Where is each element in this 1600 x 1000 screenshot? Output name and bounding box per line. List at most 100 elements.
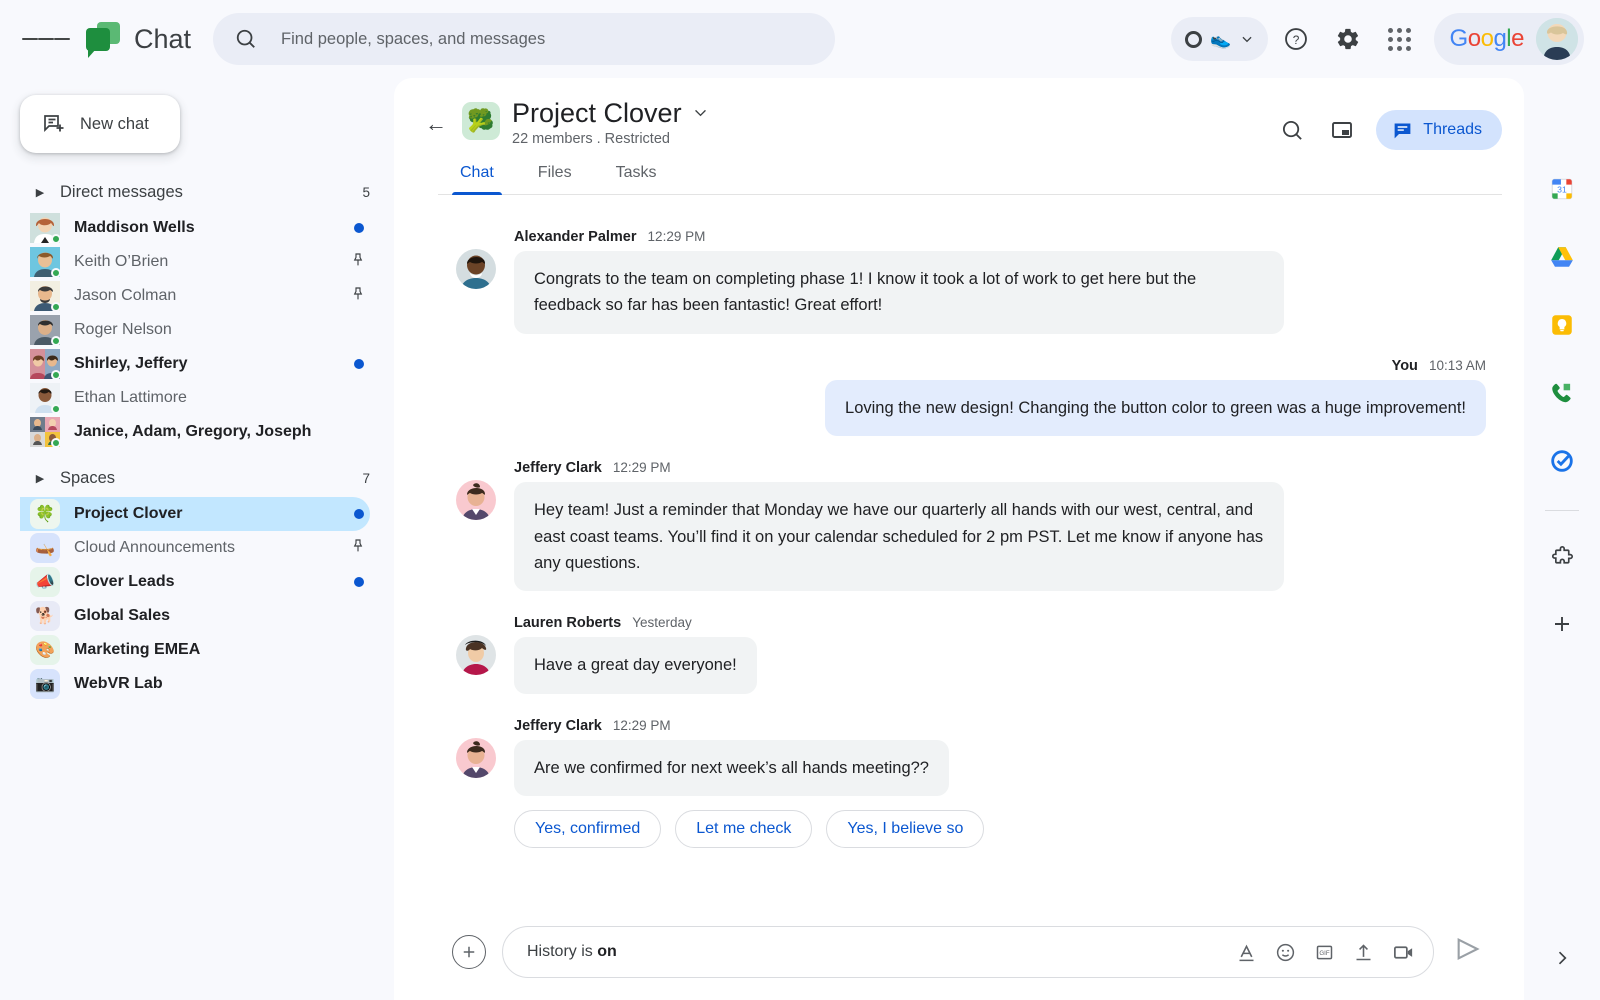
conversation-titles: Project Clover 22 members . Restricted: [512, 96, 709, 147]
pin-icon[interactable]: [350, 286, 366, 306]
puzzle-addons-icon[interactable]: [1539, 533, 1585, 579]
app-name: Chat: [134, 24, 191, 55]
drive-icon[interactable]: [1539, 234, 1585, 280]
message-time: 12:29 PM: [613, 460, 671, 475]
format-text-icon[interactable]: [1236, 942, 1257, 963]
tab-tasks[interactable]: Tasks: [594, 164, 679, 194]
message-row: Jeffery Clark 12:29 PM Hey team! Just a …: [456, 460, 1486, 591]
add-icon[interactable]: [1539, 601, 1585, 647]
section-spaces[interactable]: ▶ Spaces 7: [20, 459, 394, 497]
avatar-group: [30, 417, 60, 447]
space-item-project-clover[interactable]: 🍀 Project Clover: [20, 497, 370, 531]
calendar-icon[interactable]: 31: [1539, 166, 1585, 212]
message-text: Loving the new design! Changing the butt…: [825, 380, 1486, 436]
space-emoji-icon: 🛶: [30, 533, 60, 563]
right-side-rail: 31: [1524, 78, 1600, 1000]
google-wordmark: Google: [1450, 25, 1524, 53]
voice-icon[interactable]: [1539, 370, 1585, 416]
dm-item-shirley-jeffery[interactable]: Shirley, Jeffery: [20, 347, 370, 381]
threads-button[interactable]: Threads: [1376, 110, 1502, 150]
keep-icon[interactable]: [1539, 302, 1585, 348]
avatar-group: [30, 349, 60, 379]
new-chat-button[interactable]: New chat: [20, 95, 180, 153]
message-body: Alexander Palmer 12:29 PM Congrats to th…: [514, 229, 1284, 334]
message-meta: You 10:13 AM: [825, 358, 1486, 374]
hamburger-icon[interactable]: [22, 15, 70, 63]
avatar: [456, 480, 496, 520]
quick-reply-yes-i-believe-so[interactable]: Yes, I believe so: [826, 810, 984, 848]
quick-reply-yes-confirmed[interactable]: Yes, confirmed: [514, 810, 661, 848]
space-emoji-icon: 🎨: [30, 635, 60, 665]
space-item-cloud-announcements[interactable]: 🛶 Cloud Announcements: [20, 531, 370, 565]
unread-dot: [354, 509, 364, 519]
search-icon[interactable]: [1268, 106, 1316, 154]
emoji-icon[interactable]: [1275, 942, 1296, 963]
upload-icon[interactable]: [1353, 942, 1374, 963]
avatar: [30, 383, 60, 413]
chevron-down-icon[interactable]: [692, 104, 709, 124]
space-name: Global Sales: [74, 607, 370, 625]
dm-name: Ethan Lattimore: [74, 389, 370, 407]
space-item-marketing-emea[interactable]: 🎨 Marketing EMEA: [20, 633, 370, 667]
dm-name: Janice, Adam, Gregory, Joseph: [74, 423, 370, 441]
dm-name: Keith O’Brien: [74, 253, 350, 271]
gif-icon[interactable]: GIF: [1314, 942, 1335, 963]
message-author: Jeffery Clark: [514, 718, 602, 734]
svg-text:31: 31: [1557, 184, 1567, 194]
tab-files[interactable]: Files: [516, 164, 594, 194]
status-chip[interactable]: 👟: [1171, 17, 1267, 61]
tasks-icon[interactable]: [1539, 438, 1585, 484]
video-icon[interactable]: [1392, 941, 1415, 964]
conversation-tabs: Chat Files Tasks: [438, 164, 1502, 195]
app-body: New chat ▶ Direct messages 5 Maddison We…: [0, 78, 1600, 1000]
apps-grid-icon[interactable]: [1376, 15, 1424, 63]
conversation-subtitle: 22 members . Restricted: [512, 131, 709, 147]
message-meta: Alexander Palmer 12:29 PM: [514, 229, 1284, 245]
send-button[interactable]: [1450, 935, 1486, 970]
space-name: WebVR Lab: [74, 675, 370, 693]
space-item-webvr-lab[interactable]: 📷 WebVR Lab: [20, 667, 370, 701]
left-sidebar: New chat ▶ Direct messages 5 Maddison We…: [0, 78, 394, 1000]
account-button[interactable]: Google: [1434, 13, 1584, 65]
dm-item-roger-nelson[interactable]: Roger Nelson: [20, 313, 370, 347]
unread-dot: [354, 223, 364, 233]
add-attachment-button[interactable]: [452, 935, 486, 969]
picture-in-picture-icon[interactable]: [1318, 106, 1366, 154]
history-status-text: History is on: [527, 943, 1236, 961]
add-icon: [460, 943, 478, 961]
message-row: Jeffery Clark 12:29 PM Are we confirmed …: [456, 718, 1486, 796]
back-arrow-icon[interactable]: ←: [416, 104, 456, 144]
app-brand: Chat: [86, 22, 191, 56]
dm-item-jason-colman[interactable]: Jason Colman: [20, 279, 370, 313]
dm-name: Roger Nelson: [74, 321, 370, 339]
space-item-global-sales[interactable]: 🐕 Global Sales: [20, 599, 370, 633]
help-icon[interactable]: ?: [1272, 15, 1320, 63]
dm-item-keith-obrien[interactable]: Keith O’Brien: [20, 245, 370, 279]
chevron-right-icon[interactable]: [1552, 948, 1572, 974]
gear-icon[interactable]: [1324, 15, 1372, 63]
message-list[interactable]: Alexander Palmer 12:29 PM Congrats to th…: [394, 195, 1524, 908]
svg-text:?: ?: [1292, 33, 1299, 47]
dm-item-ethan-lattimore[interactable]: Ethan Lattimore: [20, 381, 370, 415]
message-input[interactable]: History is on GIF: [502, 926, 1434, 978]
dm-item-maddison-wells[interactable]: Maddison Wells: [20, 211, 370, 245]
search-input[interactable]: Find people, spaces, and messages: [213, 13, 835, 65]
avatar[interactable]: [1536, 18, 1578, 60]
dm-item-group-janice[interactable]: Janice, Adam, Gregory, Joseph: [20, 415, 370, 449]
message-time: 10:13 AM: [1429, 358, 1486, 373]
section-direct-messages[interactable]: ▶ Direct messages 5: [20, 173, 394, 211]
message-body: Jeffery Clark 12:29 PM Hey team! Just a …: [514, 460, 1284, 591]
search-icon: [235, 28, 257, 50]
pin-icon[interactable]: [350, 252, 366, 272]
dm-name: Maddison Wells: [74, 219, 354, 237]
pin-icon[interactable]: [350, 538, 366, 558]
top-right-actions: 👟 ? Google: [1171, 13, 1590, 65]
presence-online-indicator: [51, 438, 61, 448]
composer-icons: GIF: [1236, 941, 1415, 964]
message-text: Congrats to the team on completing phase…: [514, 251, 1284, 334]
presence-online-indicator: [51, 336, 61, 346]
space-item-clover-leads[interactable]: 📣 Clover Leads: [20, 565, 370, 599]
quick-reply-let-me-check[interactable]: Let me check: [675, 810, 812, 848]
tab-chat[interactable]: Chat: [438, 164, 516, 194]
message-row: Lauren Roberts Yesterday Have a great da…: [456, 615, 1486, 693]
